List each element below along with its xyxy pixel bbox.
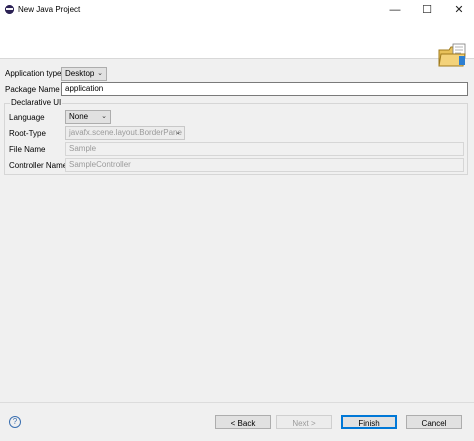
help-icon[interactable]: ? [9, 416, 21, 428]
wizard-header [0, 20, 474, 67]
chevron-down-icon: ⌄ [101, 113, 107, 120]
language-label: Language [9, 113, 45, 122]
controller-name-input[interactable]: SampleController [65, 158, 464, 172]
package-name-value: application [65, 84, 104, 93]
language-value: None [69, 112, 89, 121]
controller-name-label: Controller Name [9, 161, 68, 170]
next-button[interactable]: Next > [276, 415, 332, 429]
chevron-down-icon: ⌄ [97, 70, 103, 77]
title-bar: New Java Project — ☐ ✕ [0, 0, 474, 20]
language-select[interactable]: None ⌄ [65, 110, 111, 124]
package-name-label: Package Name [5, 85, 60, 94]
chevron-down-icon: ⌄ [175, 129, 181, 136]
file-name-placeholder: Sample [69, 144, 97, 153]
root-type-label: Root-Type [9, 129, 46, 138]
cancel-button[interactable]: Cancel [406, 415, 462, 429]
finish-button[interactable]: Finish [341, 415, 397, 429]
controller-name-placeholder: SampleController [69, 160, 131, 169]
file-name-label: File Name [9, 145, 46, 154]
eclipse-icon [5, 5, 14, 14]
package-name-input[interactable]: application [61, 82, 468, 96]
root-type-select[interactable]: javafx.scene.layout.BorderPane ⌄ [65, 126, 185, 140]
application-type-select[interactable]: Desktop ⌄ [61, 67, 107, 81]
back-button[interactable]: < Back [215, 415, 271, 429]
root-type-value: javafx.scene.layout.BorderPane [69, 128, 182, 137]
maximize-button[interactable]: ☐ [412, 0, 442, 20]
minimize-button[interactable]: — [380, 0, 410, 20]
window-title: New Java Project [18, 5, 81, 14]
application-type-value: Desktop [65, 69, 95, 78]
footer-divider [0, 402, 474, 403]
application-type-label: Application type [5, 69, 62, 78]
file-name-input[interactable]: Sample [65, 142, 464, 156]
declarative-ui-title: Declarative UI [10, 98, 63, 107]
close-button[interactable]: ✕ [444, 0, 474, 20]
folder-icon [438, 43, 466, 67]
